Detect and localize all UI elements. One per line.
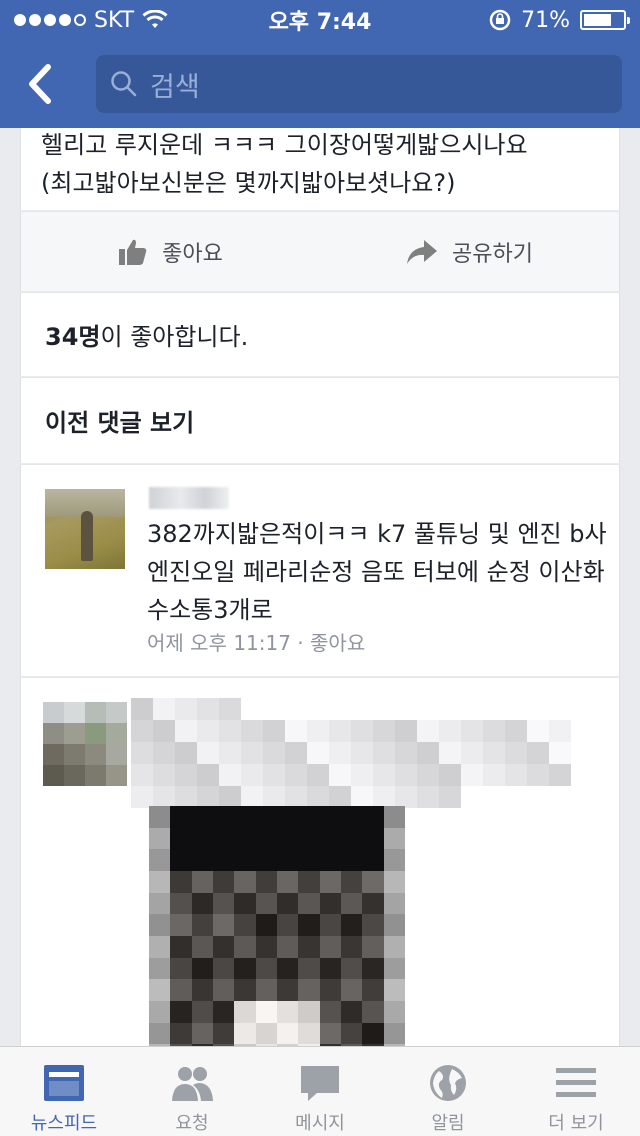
share-button[interactable]: 공유하기 [320, 236, 619, 268]
tab-label: 알림 [431, 1113, 465, 1134]
post-actions: 좋아요 공유하기 [20, 211, 620, 291]
app-header: SKT 오후 7:44 71% 검색 [0, 0, 640, 128]
tab-label: 요청 [175, 1113, 209, 1134]
avatar[interactable] [45, 489, 125, 569]
battery-icon [580, 10, 630, 30]
search-placeholder: 검색 [150, 71, 200, 103]
avatar-pixelated[interactable] [43, 702, 127, 786]
meta-separator: · [290, 631, 311, 655]
tab-newsfeed[interactable]: 뉴스피드 [0, 1047, 128, 1136]
comment-text: 382까지밟은적이ㅋㅋ k7 풀튜닝 및 엔진 b사 엔진오일 페라리순정 음또… [147, 520, 607, 624]
tab-label: 메시지 [295, 1113, 345, 1134]
likes-suffix: 이 좋아합니다. [100, 323, 249, 351]
tab-label: 더 보기 [548, 1113, 604, 1134]
status-bar: SKT 오후 7:44 71% [0, 0, 640, 40]
tab-notifications[interactable]: 알림 [384, 1047, 512, 1136]
signal-strength-icon [14, 14, 86, 26]
likes-summary[interactable]: 34명 이 좋아합니다. [20, 292, 620, 376]
thumbs-up-icon [119, 239, 147, 265]
tab-label: 뉴스피드 [30, 1113, 98, 1134]
like-button[interactable]: 좋아요 [21, 236, 320, 268]
rotation-lock-icon [489, 9, 511, 31]
messages-icon [301, 1066, 339, 1101]
nav-bar: 검색 [0, 40, 640, 128]
tab-requests[interactable]: 요청 [128, 1047, 256, 1136]
commenter-name-blurred[interactable] [149, 487, 229, 509]
share-label: 공유하기 [452, 241, 533, 267]
tab-bar: 뉴스피드 요청 메시지 알림 더 보기 [0, 1046, 640, 1136]
newsfeed-icon [44, 1065, 84, 1101]
comment-text-pixelated [131, 698, 571, 808]
back-button[interactable] [24, 54, 74, 114]
search-icon [111, 71, 137, 97]
comment-photo-pixelated[interactable] [149, 806, 405, 1057]
like-label: 좋아요 [162, 241, 223, 267]
more-menu-icon [556, 1068, 596, 1097]
comment-time: 어제 오후 11:17 [147, 631, 291, 655]
comment-like-link[interactable]: 좋아요 [310, 631, 365, 655]
carrier-label: SKT [94, 7, 135, 33]
search-input[interactable]: 검색 [96, 55, 622, 113]
share-arrow-icon [407, 239, 438, 264]
likes-count: 34명 [45, 323, 101, 351]
back-chevron-icon [29, 64, 51, 104]
battery-percent: 71% [521, 7, 570, 33]
comment: 382까지밟은적이ㅋㅋ k7 풀튜닝 및 엔진 b사 엔진오일 페라리순정 음또… [20, 464, 620, 676]
comment-pixelated [20, 677, 620, 1057]
friend-requests-icon [172, 1067, 213, 1101]
view-previous-comments-link[interactable]: 이전 댓글 보기 [20, 377, 620, 463]
tab-messages[interactable]: 메시지 [256, 1047, 384, 1136]
comment-meta: 어제 오후 11:17 · 좋아요 [147, 627, 365, 656]
post-text: (최고밟아보신분은 몇까지밟아보셧나요?) [41, 169, 456, 197]
notifications-globe-icon [430, 1065, 466, 1101]
wifi-icon [142, 10, 168, 28]
tab-more[interactable]: 더 보기 [512, 1047, 640, 1136]
post-text-partial: 헬리고 루지운데 ㅋㅋㅋ 그이장어떻게밟으시나요 [41, 131, 528, 159]
